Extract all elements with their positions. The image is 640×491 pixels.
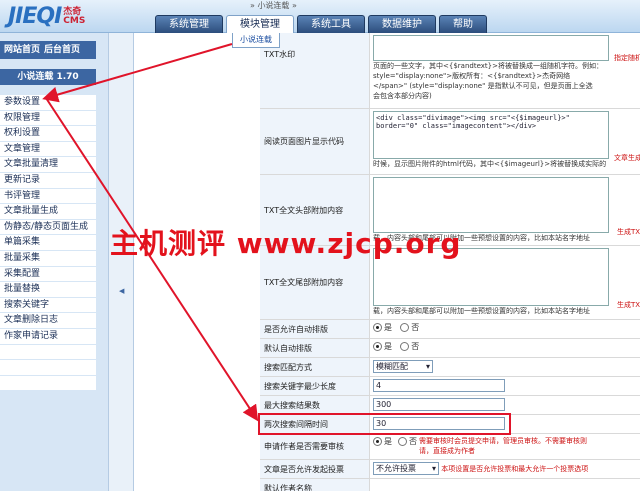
watermark-overlay: 主机测评 www.zjcp.org [110, 227, 462, 260]
arrow-to-settings [42, 43, 233, 103]
